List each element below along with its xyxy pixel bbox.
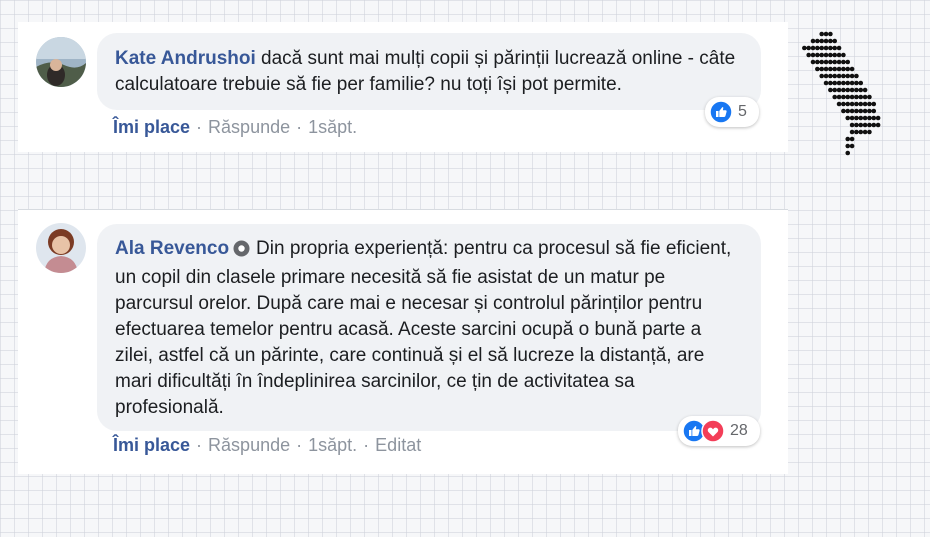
like-icon: [709, 100, 733, 124]
avatar[interactable]: [36, 37, 86, 87]
reaction-summary[interactable]: 28: [678, 416, 760, 446]
comment-author[interactable]: Ala Revenco: [115, 238, 229, 259]
shield-icon: [233, 239, 250, 265]
like-button[interactable]: Îmi place: [113, 117, 190, 137]
comment-bubble: Kate Andrushoi dacă sunt mai mulți copii…: [97, 33, 761, 110]
reply-button[interactable]: Răspunde: [208, 435, 290, 455]
love-icon: [701, 419, 725, 443]
dotted-map-logo: [802, 31, 881, 156]
comment-actions: Îmi place · Răspunde · 1săpt. · Editat: [113, 435, 422, 455]
reply-button[interactable]: Răspunde: [208, 117, 290, 137]
reaction-count: 5: [738, 103, 747, 120]
comment-bubble: Ala Revenco Din propria experiență: pentr…: [97, 224, 761, 431]
comment-author[interactable]: Kate Andrushoi: [115, 48, 256, 69]
like-button[interactable]: Îmi place: [113, 435, 190, 455]
avatar[interactable]: [36, 223, 86, 273]
reaction-count: 28: [730, 422, 748, 439]
comment-text: Din propria experiență: pentru ca proces…: [115, 238, 732, 418]
timestamp[interactable]: 1săpt.: [308, 117, 357, 137]
comment-actions: Îmi place · Răspunde · 1săpt.: [113, 117, 358, 137]
reaction-summary[interactable]: 5: [705, 97, 759, 127]
timestamp[interactable]: 1săpt.: [308, 435, 357, 455]
edited-label: Editat: [375, 435, 422, 455]
